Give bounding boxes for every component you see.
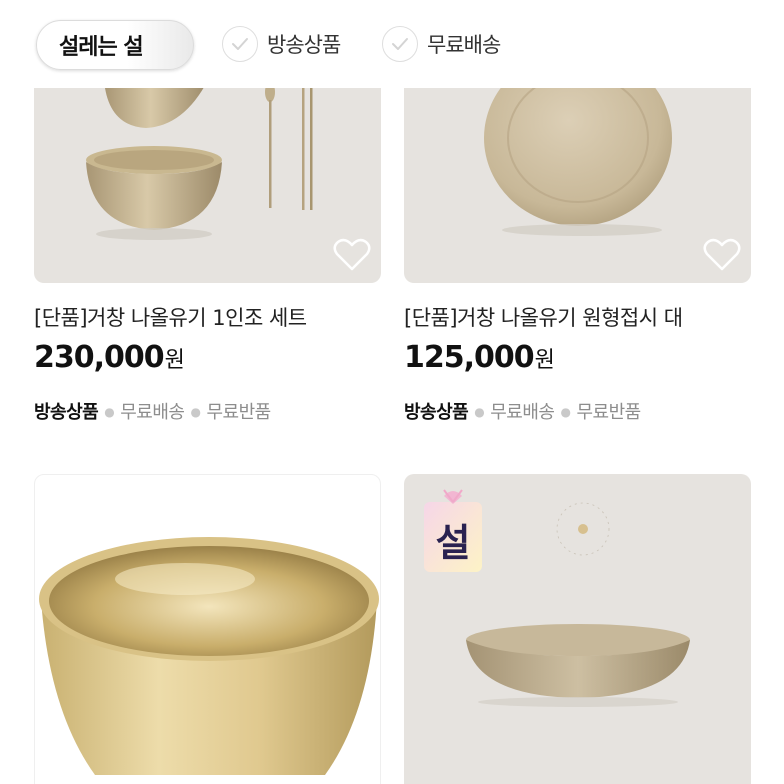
check-icon	[222, 26, 258, 62]
product-card[interactable]	[34, 474, 381, 784]
wishlist-heart-icon[interactable]	[331, 233, 373, 275]
sale-event-chip[interactable]: 설레는 설	[36, 20, 194, 70]
tag-free-shipping: 무료배송	[120, 402, 185, 423]
product-image[interactable]: 설	[404, 474, 751, 784]
filter-broadcast[interactable]: 방송상품	[222, 22, 341, 66]
product-price: 125,000원	[404, 340, 555, 375]
sale-badge-text: 설	[435, 521, 471, 565]
sale-badge: 설	[420, 488, 486, 576]
tag-broadcast: 방송상품	[404, 402, 469, 423]
filter-broadcast-label: 방송상품	[267, 33, 341, 57]
tag-free-shipping: 무료배송	[490, 402, 555, 423]
product-price: 230,000원	[34, 340, 185, 375]
product-card[interactable]: 설	[404, 474, 751, 784]
price-unit: 원	[534, 348, 555, 373]
product-title[interactable]: [단품]거창 나올유기 원형접시 대	[404, 302, 683, 332]
product-image[interactable]	[34, 474, 381, 784]
price-amount: 125,000	[404, 340, 535, 375]
price-unit: 원	[164, 348, 185, 373]
tag-broadcast: 방송상품	[34, 402, 99, 423]
tag-free-return: 무료반품	[576, 402, 641, 423]
tag-free-return: 무료반품	[206, 402, 271, 423]
sale-event-chip-label: 설레는 설	[59, 35, 144, 60]
product-tags: 방송상품 ● 무료배송 ● 무료반품	[34, 402, 271, 423]
price-amount: 230,000	[34, 340, 165, 375]
product-title[interactable]: [단품]거창 나올유기 1인조 세트	[34, 302, 307, 332]
filter-bar: 설레는 설 방송상품 무료배송	[0, 0, 784, 88]
wishlist-heart-icon[interactable]	[701, 233, 743, 275]
product-tags: 방송상품 ● 무료배송 ● 무료반품	[404, 402, 641, 423]
filter-free-shipping-label: 무료배송	[427, 33, 501, 57]
check-icon	[382, 26, 418, 62]
brand-logo	[554, 500, 612, 558]
filter-free-shipping[interactable]: 무료배송	[382, 22, 501, 66]
